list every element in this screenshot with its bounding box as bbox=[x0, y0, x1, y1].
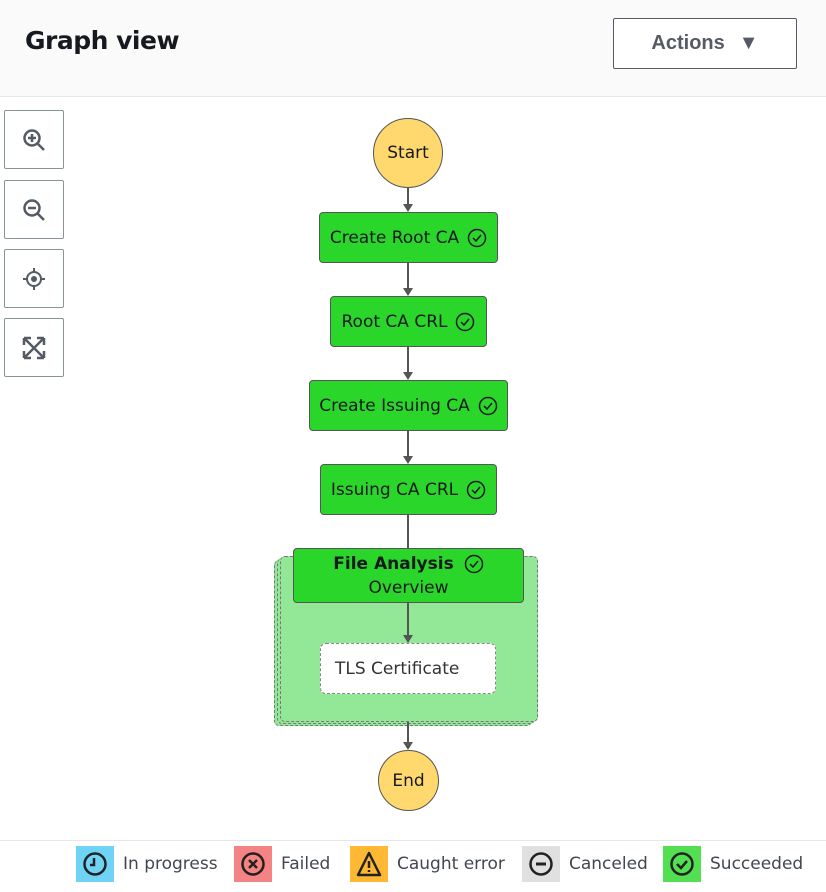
edge bbox=[407, 722, 409, 744]
end-node[interactable]: End bbox=[378, 750, 439, 811]
header: Graph view Actions ▼ bbox=[0, 0, 826, 97]
state-label: Issuing CA CRL bbox=[330, 479, 459, 500]
edge bbox=[407, 346, 409, 374]
x-circle-icon bbox=[241, 852, 265, 876]
edge bbox=[407, 262, 409, 290]
legend-failed: Failed bbox=[234, 846, 330, 882]
edge bbox=[407, 514, 409, 550]
legend-canceled: Canceled bbox=[522, 846, 648, 882]
state-tls-certificate[interactable]: TLS Certificate bbox=[320, 643, 496, 694]
arrow-icon bbox=[403, 288, 413, 296]
check-circle-icon bbox=[478, 396, 498, 415]
legend-in-progress: In progress bbox=[76, 846, 218, 882]
legend-label: In progress bbox=[123, 854, 218, 874]
check-circle-icon bbox=[670, 852, 694, 876]
state-label: Create Root CA bbox=[329, 227, 460, 248]
start-node[interactable]: Start bbox=[373, 118, 443, 188]
state-root-ca-crl[interactable]: Root CA CRL bbox=[330, 296, 487, 347]
check-circle-icon bbox=[456, 312, 475, 331]
locate-icon bbox=[23, 267, 45, 290]
state-label: Create Issuing CA bbox=[319, 395, 470, 416]
map-state-file-analysis[interactable]: File Analysis Overview bbox=[293, 548, 524, 603]
warning-icon bbox=[356, 851, 382, 877]
zoom-out-button[interactable] bbox=[4, 180, 64, 239]
legend-caught-error: Caught error bbox=[350, 846, 505, 882]
edge bbox=[407, 603, 409, 636]
check-circle-icon bbox=[467, 228, 487, 247]
arrow-icon bbox=[403, 742, 413, 750]
actions-button[interactable]: Actions ▼ bbox=[613, 18, 797, 69]
legend-divider bbox=[0, 840, 826, 841]
clock-icon bbox=[83, 852, 107, 876]
minus-circle-icon bbox=[529, 852, 553, 876]
state-create-issuing-ca[interactable]: Create Issuing CA bbox=[309, 380, 508, 431]
zoom-in-button[interactable] bbox=[4, 110, 64, 169]
zoom-in-icon bbox=[23, 128, 45, 151]
center-button[interactable] bbox=[4, 249, 64, 308]
zoom-out-icon bbox=[23, 198, 45, 221]
arrow-icon bbox=[403, 204, 413, 212]
page-title: Graph view bbox=[25, 26, 180, 55]
legend-label: Failed bbox=[281, 854, 331, 874]
map-title: File Analysis bbox=[333, 553, 454, 574]
state-create-root-ca[interactable]: Create Root CA bbox=[319, 212, 498, 263]
arrow-icon bbox=[403, 635, 413, 643]
arrow-icon bbox=[403, 372, 413, 380]
map-subtitle: Overview bbox=[368, 577, 449, 598]
actions-label: Actions bbox=[651, 32, 725, 54]
legend-label: Succeeded bbox=[710, 854, 804, 874]
edge bbox=[407, 430, 409, 458]
state-label: Root CA CRL bbox=[341, 311, 448, 332]
state-issuing-ca-crl[interactable]: Issuing CA CRL bbox=[320, 464, 497, 515]
legend-label: Canceled bbox=[569, 854, 648, 874]
arrow-icon bbox=[403, 456, 413, 464]
legend-label: Caught error bbox=[397, 854, 505, 874]
check-circle-icon bbox=[466, 480, 486, 499]
check-circle-icon bbox=[464, 554, 483, 573]
fit-button[interactable] bbox=[4, 318, 64, 377]
caret-down-icon: ▼ bbox=[738, 32, 759, 54]
expand-icon bbox=[22, 336, 46, 359]
legend-succeeded: Succeeded bbox=[663, 846, 803, 882]
